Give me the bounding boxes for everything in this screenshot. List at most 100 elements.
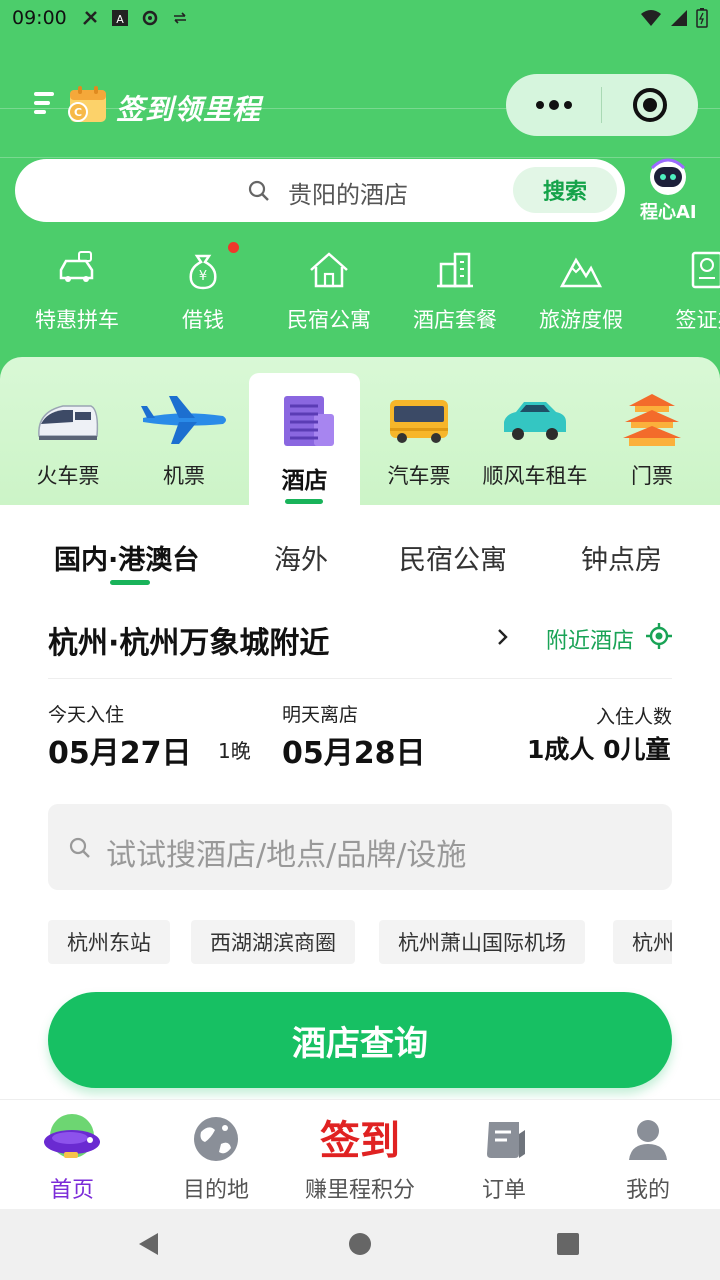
ai-assistant[interactable]: 程心AI xyxy=(636,158,706,223)
search-icon xyxy=(69,837,90,858)
category-rideshare[interactable]: 顺风车租车 xyxy=(477,392,593,502)
hotel-search-input[interactable]: 试试搜酒店/地点/品牌/设施 xyxy=(106,830,466,874)
tools-icon xyxy=(82,11,97,25)
car-icon xyxy=(504,402,566,440)
status-notification-icons: A xyxy=(81,9,189,27)
nav-signin[interactable]: 签到 赚里程积分 xyxy=(288,1100,432,1210)
chip[interactable]: 杭州东站 xyxy=(48,920,170,964)
category-label: 火车票 xyxy=(36,464,100,488)
nav-label: 首页 xyxy=(49,1178,94,1203)
hotel-keyword-search[interactable]: 试试搜酒店/地点/品牌/设施 xyxy=(48,804,672,890)
bottom-nav: 首页 目的地 签到 赚里程积分 订单 我的 xyxy=(0,1099,720,1209)
category-label: 顺风车租车 xyxy=(482,464,588,488)
category-tickets[interactable]: 门票 xyxy=(594,392,710,502)
category-label-active[interactable]: 酒店 xyxy=(249,461,360,495)
status-bar: 09:00 A xyxy=(0,0,720,36)
globe-icon xyxy=(194,1117,238,1161)
hotel-query-button[interactable]: 酒店查询 xyxy=(48,992,672,1088)
category-bus[interactable]: 汽车票 xyxy=(361,392,477,502)
quick-link-vacation[interactable]: 旅游度假 xyxy=(518,248,644,338)
quick-link-hotel-package[interactable]: 酒店套餐 xyxy=(392,248,518,338)
status-time: 09:00 xyxy=(12,7,67,29)
signin-text: 签到 xyxy=(320,1117,400,1164)
nav-destination[interactable]: 目的地 xyxy=(144,1100,288,1210)
category-label: 汽车票 xyxy=(387,464,451,488)
chevron-right-icon[interactable] xyxy=(496,626,510,648)
car-icon xyxy=(59,251,94,282)
quick-link-homestay[interactable]: 民宿公寓 xyxy=(266,248,392,338)
chip[interactable]: 杭州 xyxy=(613,920,672,964)
ai-label: 程心AI xyxy=(640,202,697,223)
data-sync-icon xyxy=(173,12,186,24)
search-bar[interactable]: 贵阳的酒店 搜索 xyxy=(15,159,625,222)
page-title[interactable]: 签到领里程 xyxy=(116,88,261,128)
close-button[interactable] xyxy=(602,74,698,136)
home-icon[interactable] xyxy=(347,1231,373,1257)
signal-icon xyxy=(671,10,687,26)
category-train[interactable]: 火车票 xyxy=(10,392,126,502)
temple-icon xyxy=(623,394,681,446)
building-icon xyxy=(437,252,473,288)
tab-overseas[interactable]: 海外 xyxy=(274,538,328,577)
nav-home[interactable]: 首页 xyxy=(0,1100,144,1210)
nearby-hotels-link[interactable]: 附近酒店 xyxy=(546,623,634,655)
destination-location[interactable]: 杭州·杭州万象城附近 xyxy=(48,618,329,662)
svg-text:C: C xyxy=(74,106,82,119)
menu-icon[interactable] xyxy=(34,92,56,120)
checkout-date[interactable]: 05月28日 xyxy=(282,728,426,772)
nav-label: 订单 xyxy=(481,1178,526,1203)
bus-icon xyxy=(390,400,448,443)
plane-icon xyxy=(141,396,226,444)
guests-value[interactable]: 1成人 0儿童 xyxy=(527,730,671,766)
region-tab-indicator xyxy=(110,580,150,585)
house-icon xyxy=(310,252,348,288)
font-icon: A xyxy=(111,10,128,26)
quick-links: 特惠拼车 ¥ 借钱 民宿公寓 酒店套餐 旅游度假 签证办 xyxy=(0,248,720,338)
tab-hourly[interactable]: 钟点房 xyxy=(581,538,662,577)
category-flight[interactable]: 机票 xyxy=(126,392,242,502)
nav-orders[interactable]: 订单 xyxy=(432,1100,576,1210)
system-nav-bar xyxy=(0,1209,720,1280)
settings-icon xyxy=(142,10,158,26)
quick-link-loan[interactable]: ¥ 借钱 xyxy=(140,248,266,338)
quick-link-label: 民宿公寓 xyxy=(287,308,371,332)
quick-link-carpool[interactable]: 特惠拼车 xyxy=(14,248,140,338)
checkin-date[interactable]: 05月27日 xyxy=(48,728,192,772)
more-button[interactable] xyxy=(506,74,601,136)
category-label: 机票 xyxy=(163,464,205,488)
category-label: 门票 xyxy=(631,464,673,488)
search-icon xyxy=(248,180,269,201)
search-input[interactable]: 贵阳的酒店 xyxy=(288,175,408,210)
user-icon xyxy=(629,1120,667,1160)
chip[interactable]: 杭州萧山国际机场 xyxy=(379,920,585,964)
region-tabs: 国内·港澳台 海外 民宿公寓 钟点房 xyxy=(0,538,720,582)
nav-label: 赚里程积分 xyxy=(304,1178,415,1203)
search-button[interactable]: 搜索 xyxy=(513,167,617,213)
nav-label: 目的地 xyxy=(182,1178,249,1203)
money-bag-icon: ¥ xyxy=(189,254,217,290)
order-icon xyxy=(487,1122,525,1158)
mountain-icon xyxy=(559,257,603,288)
hot-destinations: 杭州东站 西湖湖滨商圈 杭州萧山国际机场 杭州 xyxy=(48,920,672,964)
mini-program-capsule xyxy=(506,74,698,136)
blimp-icon xyxy=(44,1114,100,1158)
wifi-icon xyxy=(641,10,661,26)
quick-link-visa[interactable]: 签证办 xyxy=(644,248,720,338)
tab-homestay[interactable]: 民宿公寓 xyxy=(399,538,507,577)
calendar-coin-icon: C xyxy=(68,86,106,122)
header-divider-bottom xyxy=(0,157,720,158)
quick-link-label: 借钱 xyxy=(182,308,224,332)
quick-link-label: 酒店套餐 xyxy=(413,308,497,332)
train-icon xyxy=(38,405,99,440)
nav-profile[interactable]: 我的 xyxy=(576,1100,720,1210)
chip[interactable]: 西湖湖滨商圈 xyxy=(191,920,355,964)
passport-icon xyxy=(691,251,720,289)
notification-dot xyxy=(228,242,239,253)
recents-icon[interactable] xyxy=(555,1231,581,1257)
back-icon[interactable] xyxy=(136,1231,162,1257)
tab-domestic[interactable]: 国内·港澳台 xyxy=(54,538,199,577)
guests-label: 入住人数 xyxy=(596,706,673,728)
locate-icon[interactable] xyxy=(646,623,672,649)
category-active-indicator xyxy=(285,499,323,504)
nights-count: 1晚 xyxy=(218,739,251,763)
